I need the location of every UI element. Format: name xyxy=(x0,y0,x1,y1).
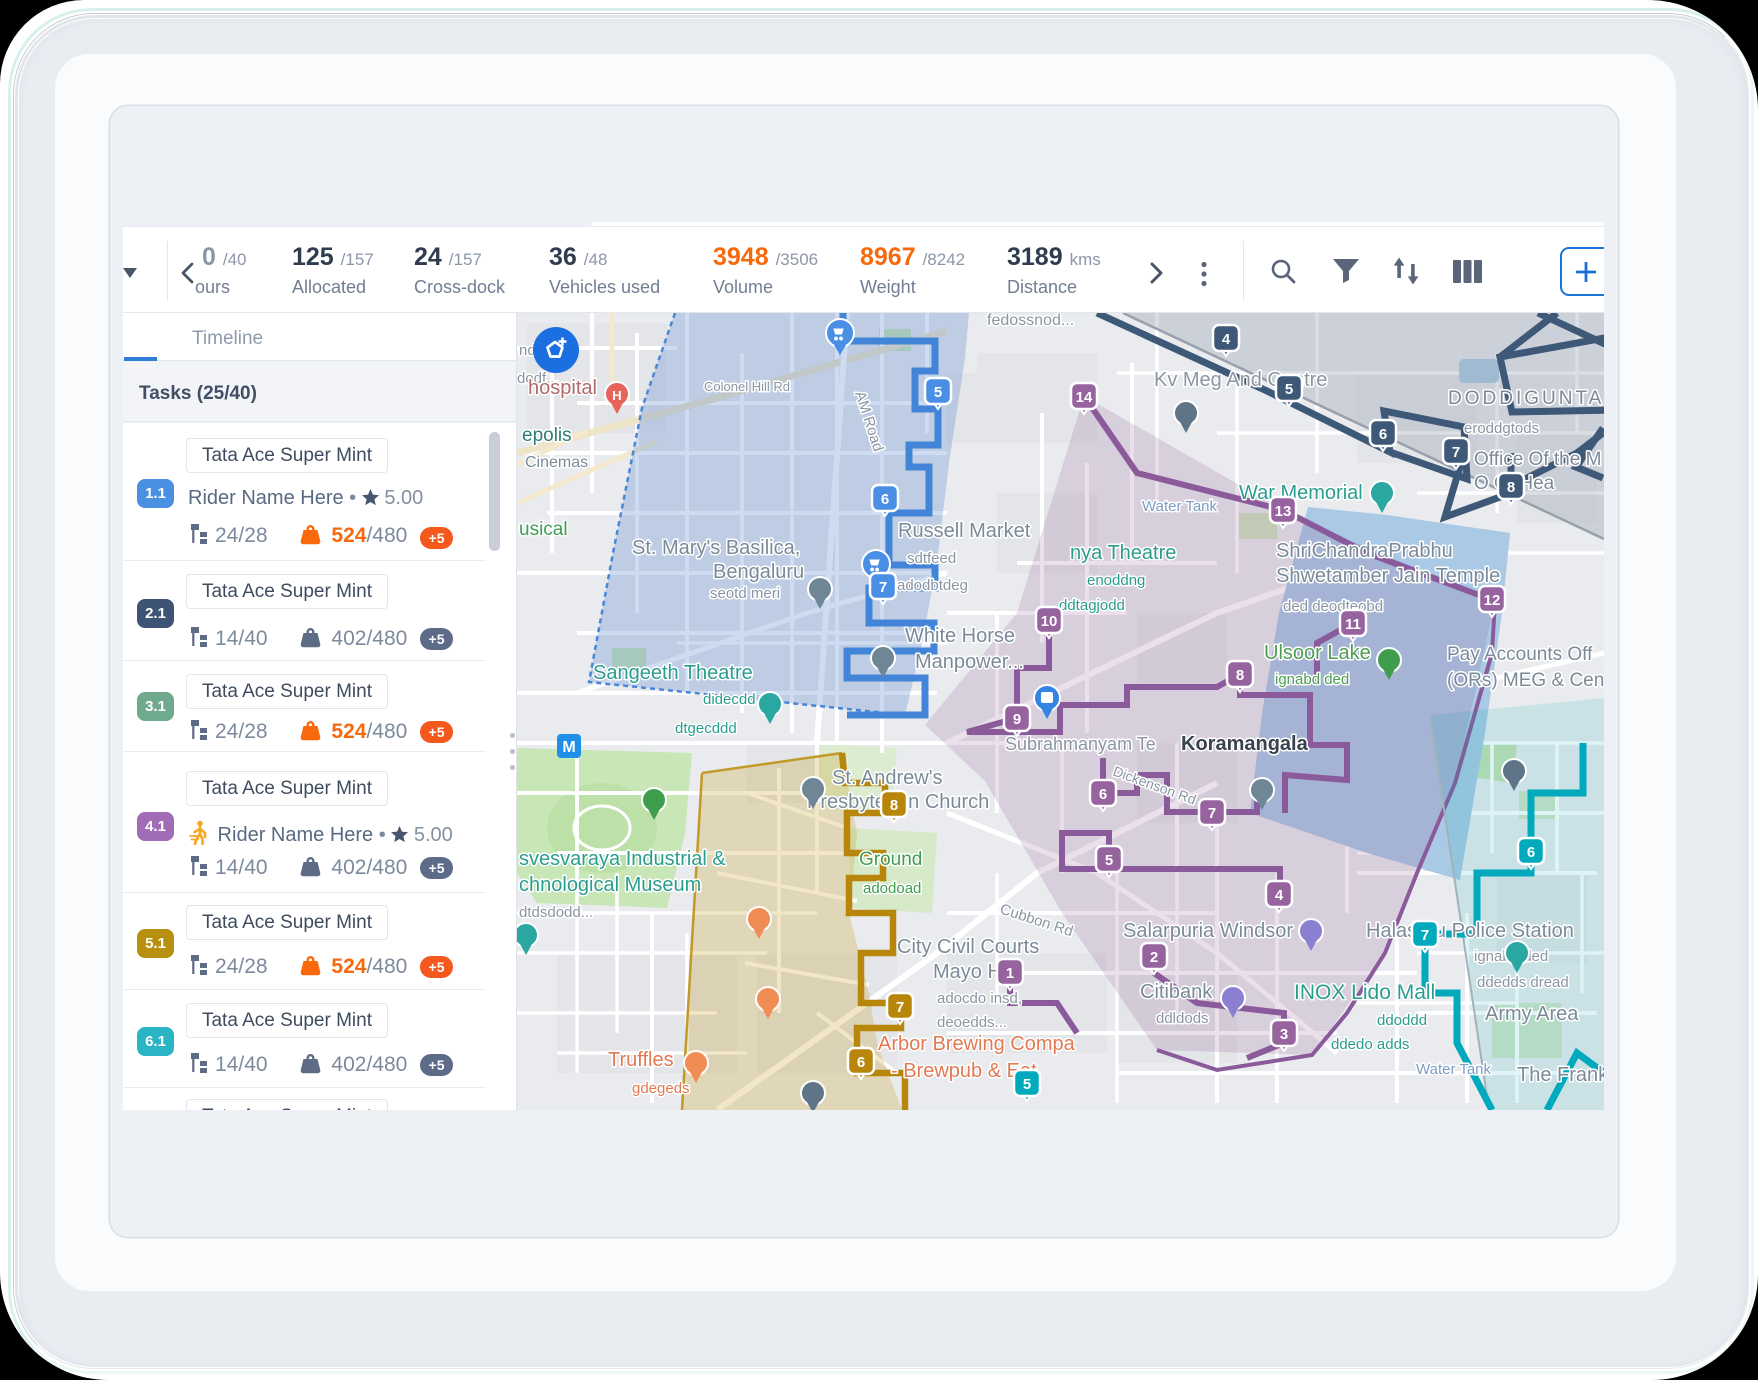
svg-text:1: 1 xyxy=(1006,965,1014,982)
svg-text:epolis: epolis xyxy=(522,425,572,446)
svg-text:7: 7 xyxy=(1452,444,1460,461)
svg-text:dtdsdodd...: dtdsdodd... xyxy=(519,904,593,921)
svg-text:deoedds...: deoedds... xyxy=(937,1014,1007,1031)
svg-text:Shwetamber Jain Temple: Shwetamber Jain Temple xyxy=(1276,565,1500,587)
svg-text:Halasuru Police Station: Halasuru Police Station xyxy=(1366,920,1574,942)
svg-text:Russell Market: Russell Market xyxy=(898,520,1031,542)
svg-text:svesvaraya Industrial &: svesvaraya Industrial & xyxy=(519,848,726,870)
svg-text:St. Mary's Basilica,: St. Mary's Basilica, xyxy=(632,537,800,559)
svg-text:eroddgtods: eroddgtods xyxy=(1464,420,1539,437)
svg-text:8: 8 xyxy=(890,797,898,814)
svg-text:6: 6 xyxy=(881,491,889,508)
svg-text:6: 6 xyxy=(1099,786,1107,803)
svg-text:10: 10 xyxy=(1041,613,1058,630)
svg-text:8: 8 xyxy=(1507,479,1515,496)
svg-text:H: H xyxy=(612,388,621,403)
svg-text:Bengaluru: Bengaluru xyxy=(713,561,804,583)
svg-text:War Memorial: War Memorial xyxy=(1239,482,1363,504)
svg-text:7: 7 xyxy=(1208,805,1216,822)
svg-text:ded deodteobd: ded deodteobd xyxy=(1283,598,1383,615)
svg-text:White Horse: White Horse xyxy=(905,625,1015,647)
svg-text:Citibank: Citibank xyxy=(1140,981,1213,1003)
svg-text:gdegeds: gdegeds xyxy=(632,1080,690,1097)
svg-text:The Frank: The Frank xyxy=(1517,1064,1604,1086)
svg-text:DODDIGUNTA: DODDIGUNTA xyxy=(1448,388,1604,409)
svg-text:usical: usical xyxy=(519,519,568,540)
svg-text:adodoad: adodoad xyxy=(863,880,921,897)
svg-text:M: M xyxy=(562,739,575,756)
svg-text:St. Andrew's: St. Andrew's xyxy=(832,767,943,789)
svg-text:ddtagjodd: ddtagjodd xyxy=(1059,597,1125,614)
svg-text:ddedo adds: ddedo adds xyxy=(1331,1036,1409,1053)
svg-text:6: 6 xyxy=(857,1054,865,1071)
svg-text:enoddng: enoddng xyxy=(1087,572,1145,589)
svg-text:Cinemas: Cinemas xyxy=(525,454,588,471)
svg-text:Army Area: Army Area xyxy=(1485,1003,1579,1025)
svg-text:ddedds dread: ddedds dread xyxy=(1477,974,1569,991)
svg-text:Ulsoor Lake: Ulsoor Lake xyxy=(1264,642,1371,664)
svg-text:sdtfeed: sdtfeed xyxy=(907,550,956,567)
svg-text:chnological Museum: chnological Museum xyxy=(519,874,701,896)
svg-text:5: 5 xyxy=(1023,1076,1031,1093)
svg-text:11: 11 xyxy=(1345,616,1361,633)
svg-text:Water Tank: Water Tank xyxy=(1142,498,1218,515)
svg-text:2: 2 xyxy=(1150,949,1158,966)
svg-text:Manpower...: Manpower... xyxy=(915,651,1024,673)
svg-text:7: 7 xyxy=(879,579,887,596)
svg-text:seotd meri: seotd meri xyxy=(710,585,780,602)
svg-text:Office Of the M: Office Of the M xyxy=(1474,449,1601,470)
svg-text:7: 7 xyxy=(896,999,904,1016)
svg-text:Colonel Hill Rd: Colonel Hill Rd xyxy=(704,379,790,394)
svg-text:3: 3 xyxy=(1280,1026,1288,1043)
svg-text:(ORs) MEG & Cen: (ORs) MEG & Cen xyxy=(1447,670,1604,691)
svg-text:6: 6 xyxy=(1379,426,1387,443)
svg-text:5: 5 xyxy=(1105,852,1113,869)
svg-text:Pay Accounts Off: Pay Accounts Off xyxy=(1447,644,1593,665)
svg-text:fedossnod...: fedossnod... xyxy=(987,313,1074,329)
svg-text:9: 9 xyxy=(1013,711,1021,728)
svg-text:adocdo insd,: adocdo insd, xyxy=(937,990,1022,1007)
svg-text:dtgecddd: dtgecddd xyxy=(675,720,737,737)
svg-text:13: 13 xyxy=(1275,503,1292,520)
svg-text:12: 12 xyxy=(1484,592,1501,609)
svg-text:ddoddd: ddoddd xyxy=(1377,1012,1427,1029)
svg-text:5: 5 xyxy=(934,384,942,401)
svg-text:Ground: Ground xyxy=(859,849,922,870)
svg-text:City Civil Courts: City Civil Courts xyxy=(897,936,1039,958)
svg-text:Water Tank: Water Tank xyxy=(1416,1061,1492,1078)
svg-text:14: 14 xyxy=(1076,389,1093,406)
svg-text:ddldods: ddldods xyxy=(1156,1010,1209,1027)
svg-text:Subrahmanyam Te: Subrahmanyam Te xyxy=(1005,734,1156,754)
svg-text:7: 7 xyxy=(1421,927,1429,944)
svg-text:ShriChandraPrabhu: ShriChandraPrabhu xyxy=(1276,540,1453,562)
svg-text:didecdd: didecdd xyxy=(703,691,756,708)
svg-text:adodbtdeg: adodbtdeg xyxy=(897,577,968,594)
svg-text:4: 4 xyxy=(1222,331,1231,348)
svg-text:hospital: hospital xyxy=(528,377,597,399)
svg-text:Koramangala: Koramangala xyxy=(1181,733,1309,755)
svg-text:6: 6 xyxy=(1527,844,1535,861)
svg-text:Salarpuria Windsor: Salarpuria Windsor xyxy=(1123,920,1293,942)
svg-text:INOX Lido Mall: INOX Lido Mall xyxy=(1294,981,1435,1004)
svg-text:Sangeeth Theatre: Sangeeth Theatre xyxy=(593,662,753,684)
svg-text:ignabd ded: ignabd ded xyxy=(1275,671,1349,688)
svg-text:5: 5 xyxy=(1285,381,1293,398)
svg-text:8: 8 xyxy=(1236,667,1244,684)
svg-text:nya Theatre: nya Theatre xyxy=(1070,542,1176,564)
svg-text:Truffles: Truffles xyxy=(608,1049,674,1071)
svg-text:Arbor Brewing Compa: Arbor Brewing Compa xyxy=(878,1033,1076,1055)
svg-text:4: 4 xyxy=(1275,887,1284,904)
